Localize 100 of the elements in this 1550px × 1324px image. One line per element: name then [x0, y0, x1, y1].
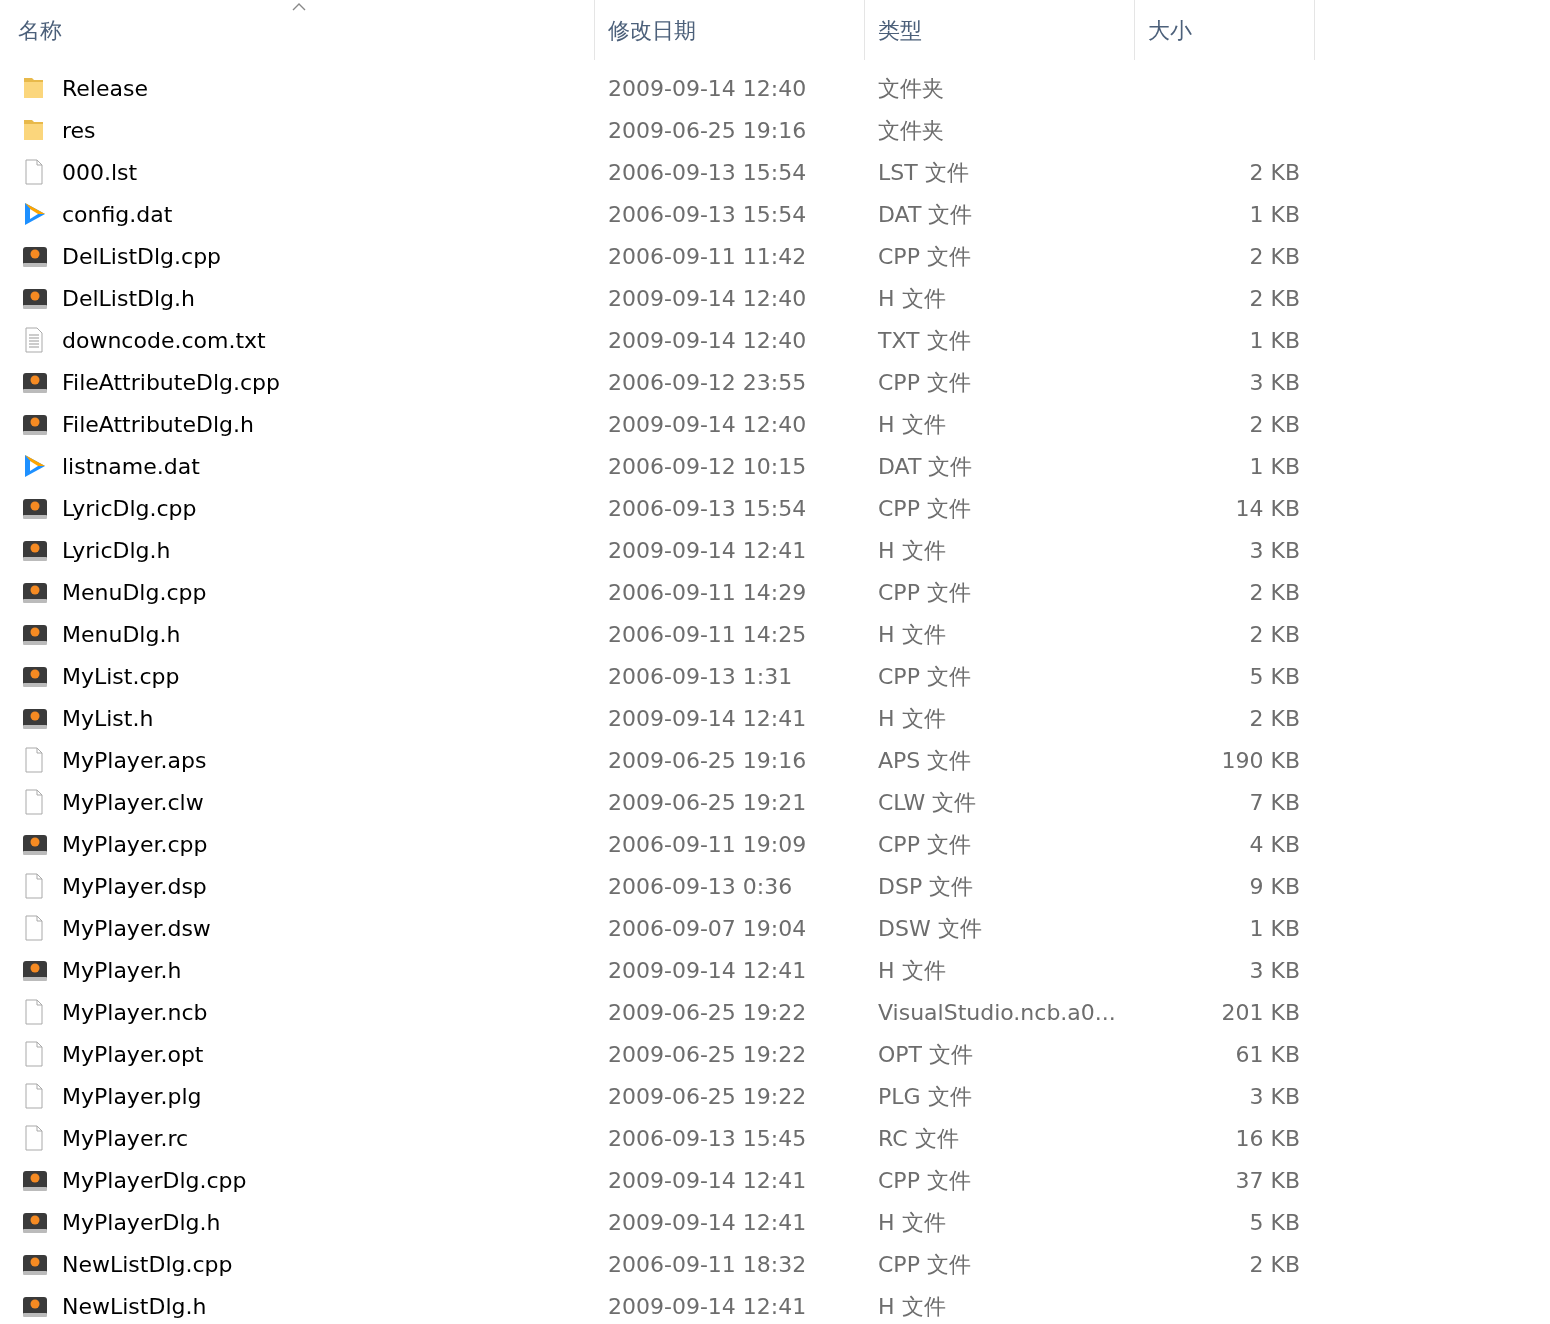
- modified-date: 2009-09-14 12:41: [608, 1167, 807, 1193]
- file-size: 61 KB: [1235, 1041, 1300, 1067]
- file-name[interactable]: NewListDlg.h: [62, 1289, 207, 1323]
- file-name[interactable]: listname.dat: [62, 449, 200, 483]
- modified-date: 2006-09-11 11:42: [608, 243, 807, 269]
- file-size: 3 KB: [1249, 1083, 1300, 1109]
- file-name[interactable]: MyPlayer.cpp: [62, 827, 208, 861]
- modified-date: 2009-06-25 19:22: [608, 1041, 807, 1067]
- modified-date: 2009-09-14 12:41: [608, 705, 807, 731]
- size-column-header[interactable]: 大小: [1135, 0, 1315, 60]
- file-type: H 文件: [878, 285, 946, 311]
- modified-date: 2006-09-13 15:54: [608, 495, 807, 521]
- file-name[interactable]: MyPlayer.clw: [62, 785, 204, 819]
- modified-date: 2006-09-13 1:31: [608, 663, 793, 689]
- file-size: 5 KB: [1249, 1209, 1300, 1235]
- file-name[interactable]: MyPlayer.plg: [62, 1079, 202, 1113]
- file-type: CPP 文件: [878, 495, 971, 521]
- modified-date: 2006-09-11 14:25: [608, 621, 807, 647]
- file-size: 1 KB: [1249, 201, 1300, 227]
- type-column-header[interactable]: 类型: [865, 0, 1135, 60]
- file-name[interactable]: LyricDlg.h: [62, 533, 171, 567]
- modified-date: 2009-09-14 12:40: [608, 411, 807, 437]
- file-size: 2 KB: [1249, 411, 1300, 437]
- file-name[interactable]: MyPlayer.aps: [62, 743, 207, 777]
- file-type: CPP 文件: [878, 831, 971, 857]
- modified-date: 2009-09-14 12:41: [608, 957, 807, 983]
- file-type: 文件夹: [878, 117, 944, 143]
- modified-date: 2009-09-14 12:41: [608, 537, 807, 563]
- file-name[interactable]: LyricDlg.cpp: [62, 491, 197, 525]
- file-size: 1 KB: [1249, 327, 1300, 353]
- file-size: 2 KB: [1249, 579, 1300, 605]
- file-name[interactable]: MenuDlg.cpp: [62, 575, 207, 609]
- file-name[interactable]: config.dat: [62, 197, 173, 231]
- file-name[interactable]: MyPlayer.ncb: [62, 995, 208, 1029]
- modified-date: 2009-06-25 19:16: [608, 747, 807, 773]
- file-size: 14 KB: [1235, 495, 1300, 521]
- file-type: OPT 文件: [878, 1041, 973, 1067]
- modified-date: 2006-09-12 23:55: [608, 369, 807, 395]
- file-name[interactable]: MyPlayer.opt: [62, 1037, 204, 1071]
- modified-date: 2009-09-14 12:40: [608, 285, 807, 311]
- file-size: 2 KB: [1249, 705, 1300, 731]
- file-type: APS 文件: [878, 747, 972, 773]
- file-size: 37 KB: [1235, 1167, 1300, 1193]
- file-name[interactable]: DelListDlg.h: [62, 281, 195, 315]
- modified-date: 2006-09-07 19:04: [608, 915, 807, 941]
- modified-date: 2009-09-14 12:40: [608, 75, 807, 101]
- file-type: CPP 文件: [878, 243, 971, 269]
- file-size: 16 KB: [1235, 1125, 1300, 1151]
- file-name[interactable]: DelListDlg.cpp: [62, 239, 222, 273]
- file-type: CPP 文件: [878, 1167, 971, 1193]
- file-name[interactable]: FileAttributeDlg.cpp: [62, 365, 280, 399]
- modified-date: 2009-09-14 12:41: [608, 1293, 807, 1319]
- file-name[interactable]: MyPlayer.h: [62, 953, 182, 987]
- file-type: PLG 文件: [878, 1083, 972, 1109]
- modified-date: 2009-09-14 12:40: [608, 327, 807, 353]
- file-name[interactable]: downcode.com.txt: [62, 323, 266, 357]
- file-size: 2 KB: [1249, 1251, 1300, 1277]
- file-name[interactable]: Release: [62, 71, 148, 105]
- file-name[interactable]: MyPlayer.dsp: [62, 869, 207, 903]
- file-name[interactable]: MyPlayerDlg.cpp: [62, 1163, 247, 1197]
- file-size: 5 KB: [1249, 663, 1300, 689]
- file-name[interactable]: res: [62, 113, 96, 147]
- file-size: 3 KB: [1249, 369, 1300, 395]
- file-type: H 文件: [878, 1209, 946, 1235]
- modified-date: 2006-09-11 18:32: [608, 1251, 807, 1277]
- file-name[interactable]: MenuDlg.h: [62, 617, 181, 651]
- file-type: DSP 文件: [878, 873, 974, 899]
- modified-date: 2006-09-12 10:15: [608, 453, 807, 479]
- file-type: H 文件: [878, 621, 946, 647]
- modified-date: 2006-09-13 0:36: [608, 873, 793, 899]
- file-size: 2 KB: [1249, 621, 1300, 647]
- file-name[interactable]: MyPlayer.dsw: [62, 911, 211, 945]
- file-name[interactable]: MyList.h: [62, 701, 154, 735]
- file-size: 2 KB: [1249, 159, 1300, 185]
- file-name[interactable]: MyPlayer.rc: [62, 1121, 189, 1155]
- file-size: 2 KB: [1249, 285, 1300, 311]
- modified-date: 2009-06-25 19:21: [608, 789, 807, 815]
- file-type: H 文件: [878, 705, 946, 731]
- file-name[interactable]: FileAttributeDlg.h: [62, 407, 254, 441]
- file-type: CLW 文件: [878, 789, 977, 815]
- file-type: VisualStudio.ncb.a0...: [878, 999, 1116, 1025]
- file-size: 4 KB: [1249, 831, 1300, 857]
- file-type: TXT 文件: [878, 327, 971, 353]
- date-column-header[interactable]: 修改日期: [595, 0, 865, 60]
- file-size: 3 KB: [1249, 537, 1300, 563]
- file-type: H 文件: [878, 537, 946, 563]
- file-size: 190 KB: [1221, 747, 1300, 773]
- modified-date: 2006-09-11 14:29: [608, 579, 807, 605]
- file-name[interactable]: NewListDlg.cpp: [62, 1247, 233, 1281]
- file-name[interactable]: MyList.cpp: [62, 659, 180, 693]
- modified-date: 2009-06-25 19:22: [608, 1083, 807, 1109]
- name-column-header[interactable]: 名称: [0, 0, 595, 60]
- file-type: RC 文件: [878, 1125, 959, 1151]
- file-name[interactable]: 000.lst: [62, 155, 138, 189]
- file-type: H 文件: [878, 1293, 946, 1319]
- file-name[interactable]: MyPlayerDlg.h: [62, 1205, 221, 1239]
- file-type: 文件夹: [878, 75, 944, 101]
- modified-date: 2006-09-13 15:54: [608, 159, 807, 185]
- file-type: CPP 文件: [878, 663, 971, 689]
- file-size: 2 KB: [1249, 243, 1300, 269]
